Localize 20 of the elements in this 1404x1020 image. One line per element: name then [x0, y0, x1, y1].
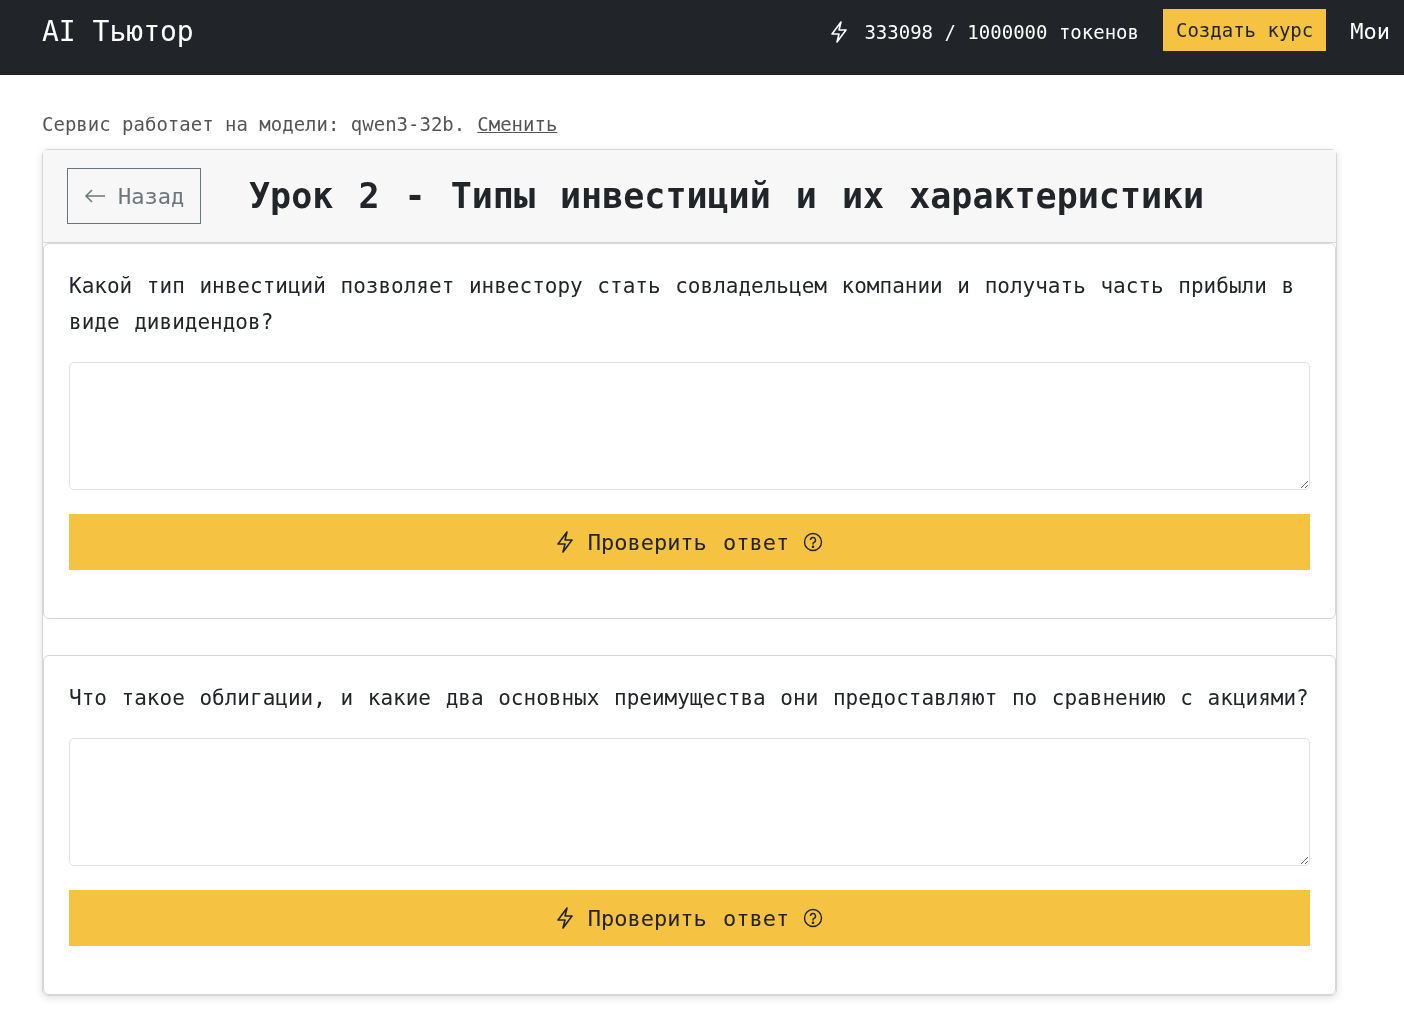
token-counter: 333098 / 1000000 токенов [864, 20, 1139, 43]
create-course-button[interactable]: Создать курс [1162, 8, 1327, 51]
lightning-icon [830, 20, 849, 43]
answer-field[interactable] [69, 362, 1310, 490]
lightning-icon [555, 907, 574, 929]
check-answer-button[interactable]: Проверить ответ [69, 890, 1310, 946]
left-arrow-icon [84, 189, 106, 203]
lightning-icon [555, 531, 574, 553]
change-model-link[interactable]: Сменить [477, 113, 558, 135]
check-answer-button[interactable]: Проверить ответ [69, 514, 1310, 570]
answer-field[interactable] [69, 738, 1310, 866]
nav-link[interactable]: Мои [1350, 19, 1390, 44]
help-icon [803, 532, 824, 552]
question-text: Что такое облигации, и какие два основных преимущества они предоставляют по сравнению с акциями? [69, 685, 1310, 712]
help-icon [803, 908, 824, 928]
back-button[interactable]: Назад [67, 168, 202, 224]
app-logo[interactable]: AI Тьютор [42, 15, 831, 48]
lesson-title: Урок 2 - Типы инвестиций и их характеристики [248, 176, 1206, 216]
question-text: Какой тип инвестиций позволяет инвестору стать совладельцем компании и получать часть прибыли в виде дивидендов? [69, 273, 1296, 336]
model-notice: Сервис работает на модели: qwen3-32b. [42, 113, 466, 135]
